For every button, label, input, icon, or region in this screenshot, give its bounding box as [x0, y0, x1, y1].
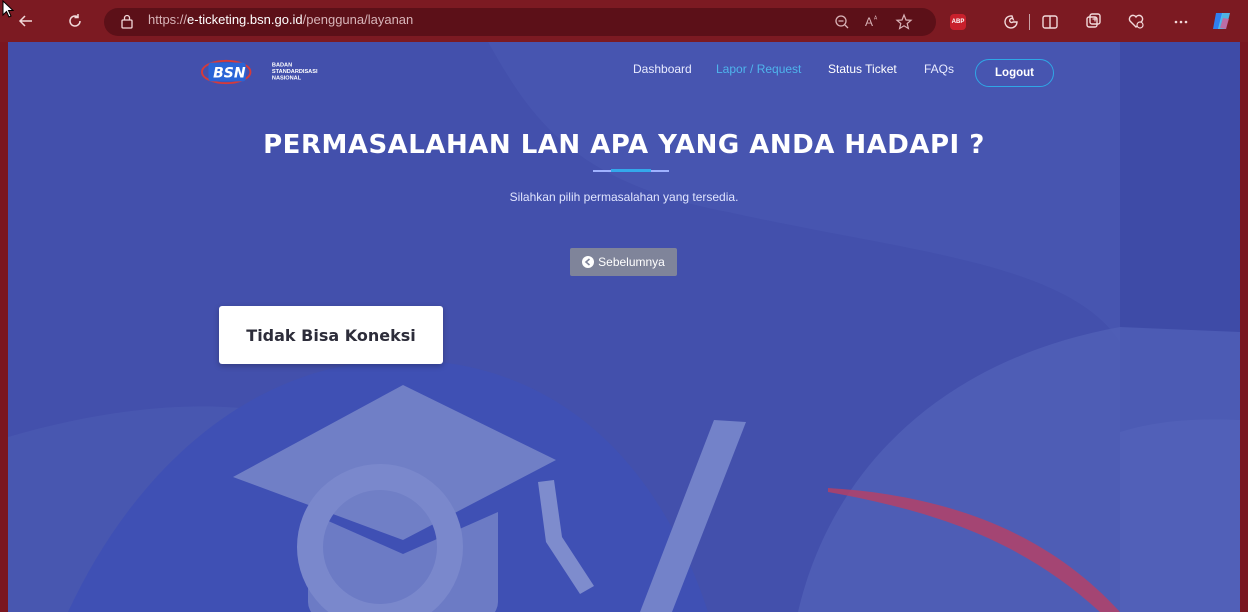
title-underline-accent — [611, 169, 651, 172]
nav-faqs[interactable]: FAQs — [924, 62, 954, 76]
page-title: PERMASALAHAN LAN APA YANG ANDA HADAPI ? — [263, 130, 985, 160]
zoom-out-icon[interactable] — [834, 14, 850, 30]
adblock-extension-icon[interactable]: ABP — [950, 14, 966, 30]
browser-toolbar: https://e-ticketing.bsn.go.id/pengguna/l… — [0, 0, 1248, 42]
logo-line-2: STANDARDISASI — [272, 69, 318, 75]
copilot-icon[interactable] — [1210, 10, 1234, 32]
nav-dashboard[interactable]: Dashboard — [633, 62, 692, 76]
background-decoration — [8, 42, 1240, 612]
bsn-logo[interactable]: BSN BADAN STANDARDISASI NASIONAL — [196, 58, 346, 86]
logout-button[interactable]: Logout — [975, 59, 1054, 87]
logo-line-1: BADAN — [272, 62, 292, 68]
nav-lapor-request[interactable]: Lapor / Request — [716, 62, 801, 76]
toolbar-divider — [1029, 14, 1030, 30]
previous-button-label: Sebelumnya — [598, 255, 665, 269]
extensions-icon[interactable] — [1002, 13, 1020, 31]
favorite-star-icon[interactable] — [895, 13, 913, 31]
logo-text: BSN — [213, 66, 246, 82]
previous-button[interactable]: Sebelumnya — [570, 248, 677, 276]
url-host: e-ticketing.bsn.go.id — [187, 12, 303, 27]
logo-line-3: NASIONAL — [272, 75, 302, 81]
issue-option-card[interactable]: Tidak Bisa Koneksi — [219, 306, 443, 364]
mouse-cursor-icon — [2, 0, 14, 18]
page-content: BSN BADAN STANDARDISASI NASIONAL Dashboa… — [8, 42, 1240, 612]
back-arrow-icon — [18, 15, 32, 27]
more-menu-icon[interactable] — [1172, 12, 1190, 30]
svg-text:A: A — [865, 15, 873, 29]
back-button[interactable] — [14, 9, 38, 33]
page-subtitle: Silahkan pilih permasalahan yang tersedi… — [509, 190, 739, 204]
reload-icon — [69, 14, 81, 27]
reload-button[interactable] — [63, 9, 87, 33]
nav-status-ticket[interactable]: Status Ticket — [828, 62, 897, 76]
title-underline — [593, 169, 669, 172]
url-text[interactable]: https://e-ticketing.bsn.go.id/pengguna/l… — [148, 12, 413, 27]
split-screen-icon[interactable] — [1041, 13, 1059, 31]
read-aloud-icon[interactable]: A ᴬ — [864, 13, 882, 29]
lock-icon — [121, 14, 133, 29]
url-protocol: https:// — [148, 12, 188, 27]
svg-text:ᴬ: ᴬ — [873, 15, 878, 23]
issue-option-label: Tidak Bisa Koneksi — [246, 325, 416, 345]
collections-icon[interactable] — [1084, 12, 1102, 30]
url-path: /pengguna/layanan — [302, 12, 414, 27]
arrow-left-circle-icon — [582, 256, 595, 268]
browser-essentials-icon[interactable] — [1127, 12, 1145, 30]
